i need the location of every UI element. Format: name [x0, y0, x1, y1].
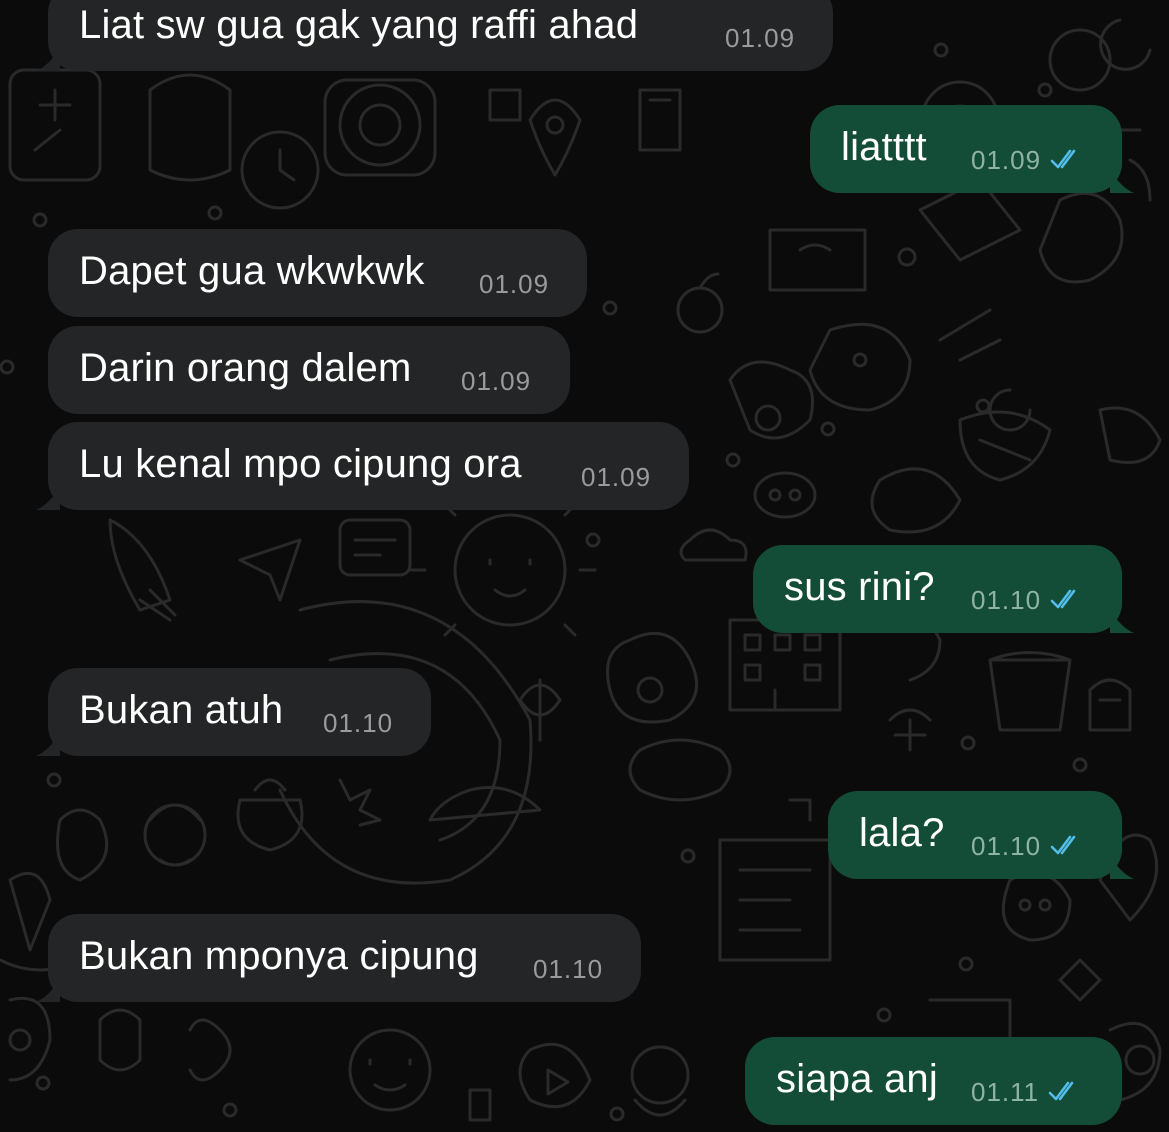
message-meta: 01.09 [461, 366, 531, 396]
message-time: 01.10 [323, 708, 394, 738]
message-bubble-incoming[interactable]: Dapet gua wkwkwk 01.09 [48, 229, 587, 317]
message-text: lala? [859, 811, 945, 855]
message-time: 01.10 [971, 585, 1042, 615]
message-meta: 01.09 [725, 23, 795, 53]
read-double-check-icon [1048, 1081, 1074, 1101]
message-text: Bukan atuh [79, 688, 284, 732]
message-meta: 01.09 [479, 269, 549, 299]
message-time: 01.09 [971, 145, 1042, 175]
message-meta: 01.10 [971, 831, 1085, 861]
message-meta: 01.09 [971, 145, 1085, 175]
message-bubble-incoming[interactable]: Darin orang dalem 01.09 [48, 326, 570, 414]
message-text: Liat sw gua gak yang raffi ahad [79, 3, 639, 47]
message-bubble-outgoing[interactable]: liatttt 01.09 [810, 105, 1134, 193]
message-text: Dapet gua wkwkwk [79, 249, 425, 293]
message-time: 01.10 [533, 954, 604, 984]
read-double-check-icon [1050, 149, 1076, 169]
message-text: Darin orang dalem [79, 346, 412, 390]
message-meta: 01.10 [971, 585, 1085, 615]
message-bubble-outgoing[interactable]: sus rini? 01.10 [753, 545, 1134, 633]
message-time: 01.09 [479, 269, 550, 299]
bubble-tail [36, 47, 60, 71]
bubble-tail [36, 978, 60, 1002]
message-bubble-outgoing[interactable]: lala? 01.10 [828, 791, 1134, 879]
message-meta: 01.09 [581, 462, 651, 492]
message-time: 01.10 [971, 831, 1042, 861]
message-bubble-incoming[interactable]: Lu kenal mpo cipung ora 01.09 [36, 422, 689, 510]
bubble-tail [1110, 169, 1134, 193]
read-double-check-icon [1050, 835, 1076, 855]
message-text: sus rini? [784, 565, 935, 609]
message-text: liatttt [841, 125, 927, 169]
message-time: 01.09 [461, 366, 532, 396]
chat-thread[interactable]: Liat sw gua gak yang raffi ahad 01.09 li… [0, 0, 1169, 1132]
message-meta: 01.11 [971, 1077, 1083, 1107]
message-meta: 01.10 [533, 954, 603, 984]
bubble-tail [36, 486, 60, 510]
message-meta: 01.10 [323, 708, 393, 738]
message-text: Bukan mponya cipung [79, 934, 479, 978]
message-bubble-incoming[interactable]: Bukan mponya cipung 01.10 [36, 914, 641, 1002]
message-bubble-outgoing[interactable]: siapa anj 01.11 [745, 1037, 1122, 1125]
bubble-tail [36, 732, 60, 756]
message-time: 01.09 [725, 23, 796, 53]
message-bubble-incoming[interactable]: Bukan atuh 01.10 [36, 668, 431, 756]
message-text: siapa anj [776, 1057, 938, 1101]
message-bubble-incoming[interactable]: Liat sw gua gak yang raffi ahad 01.09 [36, 0, 833, 71]
bubble-tail [1110, 609, 1134, 633]
message-time: 01.11 [971, 1077, 1040, 1107]
read-double-check-icon [1050, 589, 1076, 609]
message-text: Lu kenal mpo cipung ora [79, 442, 522, 486]
message-time: 01.09 [581, 462, 652, 492]
bubble-tail [1110, 855, 1134, 879]
